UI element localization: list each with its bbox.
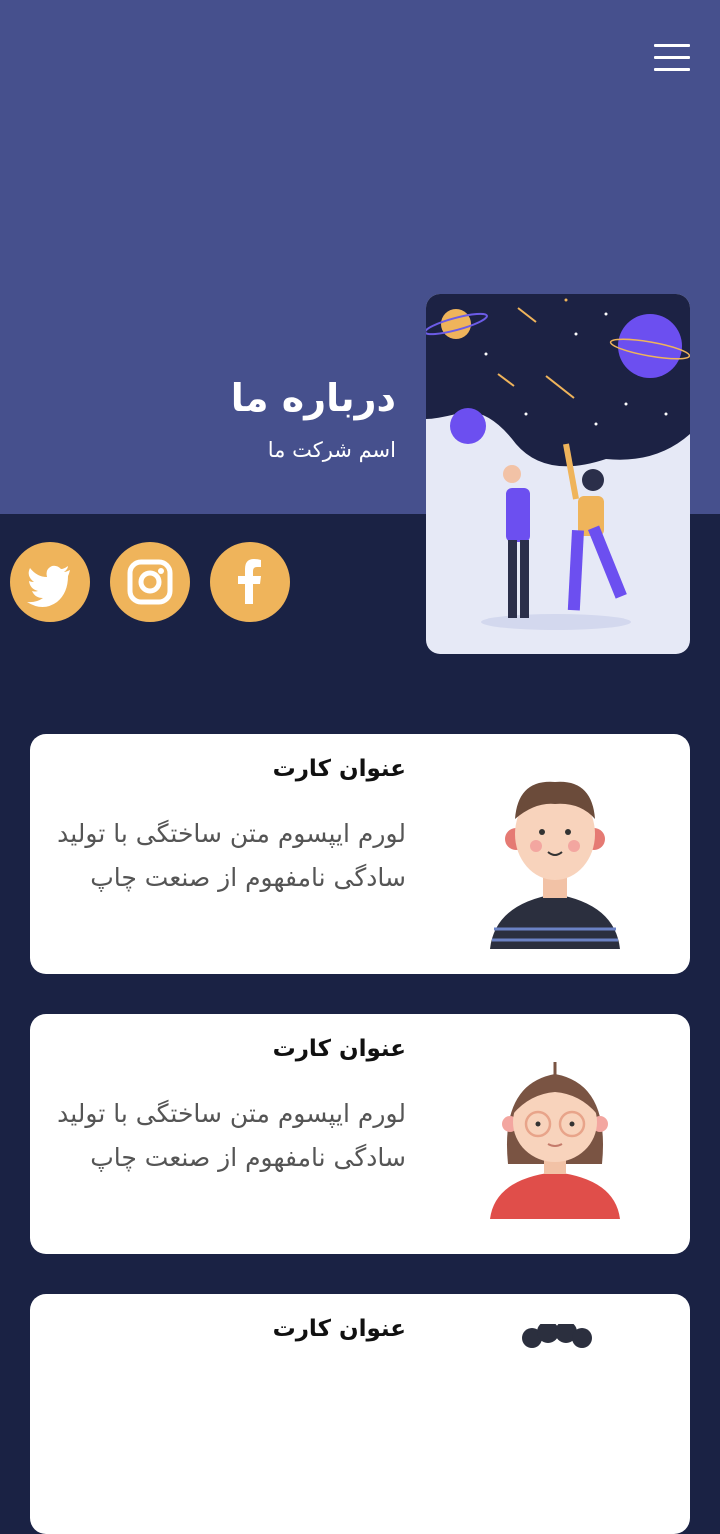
card-title: عنوان کارت: [272, 1316, 406, 1342]
twitter-icon[interactable]: [10, 542, 90, 622]
card[interactable]: عنوان کارت لورم ایپسوم متن ساختگی با تول…: [30, 734, 690, 974]
boy-avatar: [480, 764, 630, 949]
card-text: لورم ایپسوم متن ساختگی با تولید سادگی نا…: [57, 819, 406, 892]
instagram-icon[interactable]: [110, 542, 190, 622]
page-title: درباره ما: [230, 376, 396, 420]
space-illustration: [426, 294, 690, 654]
card-title: عنوان کارت: [272, 1036, 406, 1062]
card[interactable]: عنوان کارت: [30, 1294, 690, 1534]
card[interactable]: عنوان کارت لورم ایپسوم متن ساختگی با تول…: [30, 1014, 690, 1254]
card-text: لورم ایپسوم متن ساختگی با تولید سادگی نا…: [57, 1099, 406, 1172]
company-name: اسم شرکت ما: [267, 438, 396, 462]
curly-hair-avatar: [480, 1321, 630, 1509]
girl-with-glasses-avatar: [480, 1044, 630, 1229]
facebook-icon[interactable]: [210, 542, 290, 622]
card-title: عنوان کارت: [272, 756, 406, 782]
hamburger-menu-icon[interactable]: [654, 44, 690, 72]
